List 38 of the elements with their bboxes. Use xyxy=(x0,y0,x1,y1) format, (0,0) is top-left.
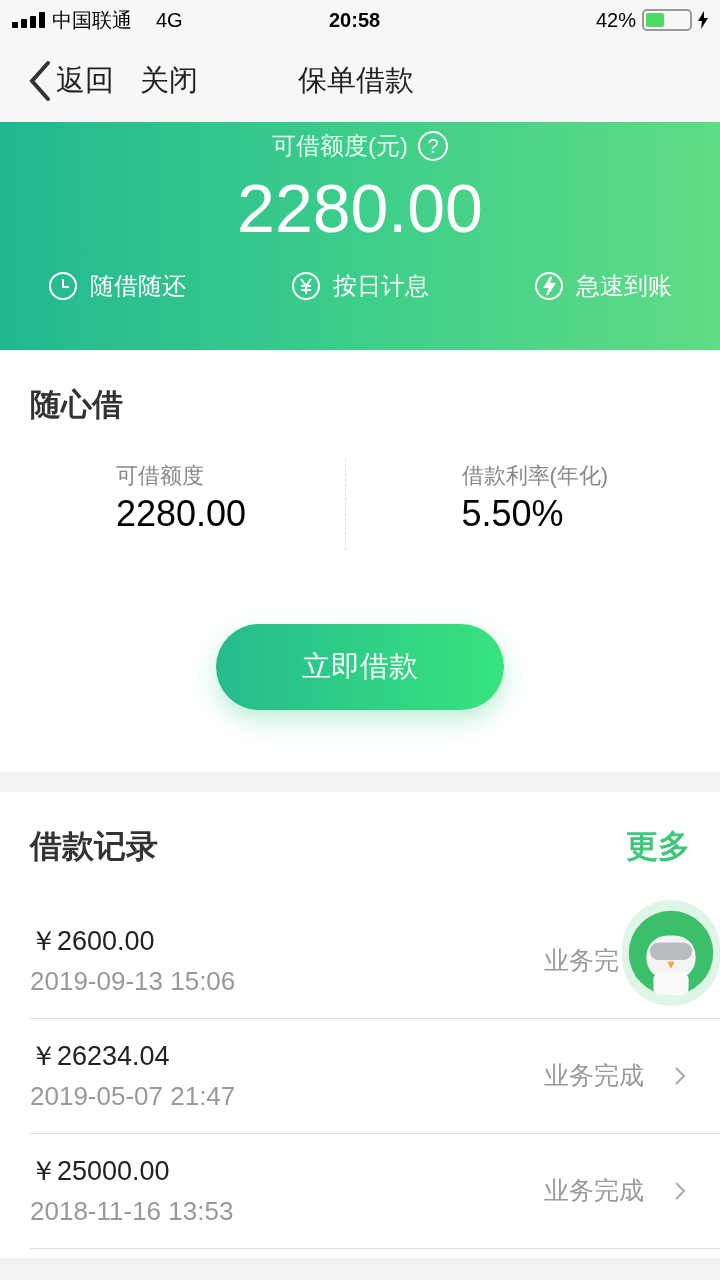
battery-percent: 42% xyxy=(595,8,636,33)
record-status: 业务完成 xyxy=(544,1175,645,1207)
product-title: 随心借 xyxy=(30,386,124,424)
feature-label: 按日计息 xyxy=(333,271,429,301)
stat-value: 5.50% xyxy=(461,491,565,536)
network-type: 4G xyxy=(156,8,183,33)
record-date: 2018-11-16 13:53 xyxy=(30,1194,234,1228)
record-amount: ￥2600.00 xyxy=(30,925,156,959)
charging-icon xyxy=(698,11,708,29)
close-button[interactable]: 关闭 xyxy=(140,59,198,103)
clock-icon xyxy=(48,271,78,301)
record-amount: ￥25000.00 xyxy=(30,1155,171,1189)
more-link[interactable]: 更多 xyxy=(626,822,690,870)
stat-value: 2280.00 xyxy=(116,491,248,536)
records-title: 借款记录 xyxy=(30,827,158,866)
battery-icon xyxy=(642,9,692,31)
record-date: 2019-05-07 21:47 xyxy=(30,1079,236,1113)
record-status: 业务完成 xyxy=(544,1060,645,1092)
back-button[interactable]: 返回 xyxy=(28,59,114,103)
signal-icon xyxy=(12,12,46,28)
feature-label: 随借随还 xyxy=(90,271,186,301)
yen-icon xyxy=(291,271,321,301)
record-status: 业务完 xyxy=(544,945,620,977)
robot-icon xyxy=(627,909,715,997)
stat-label: 借款利率(年化) xyxy=(461,461,610,490)
record-amount: ￥26234.04 xyxy=(30,1040,171,1074)
carrier-name: 中国联通 xyxy=(52,8,132,33)
clock-time: 20:58 xyxy=(329,8,381,33)
stat-label: 可借额度 xyxy=(116,461,205,490)
help-button[interactable]: ? xyxy=(418,131,448,161)
feature-label: 急速到账 xyxy=(576,271,672,301)
borrow-button[interactable]: 立即借款 xyxy=(216,623,504,710)
credit-label: 可借额度(元) xyxy=(272,131,408,161)
lightning-icon xyxy=(534,271,564,301)
page-title: 保单借款 xyxy=(298,63,414,99)
credit-amount: 2280.00 xyxy=(237,169,483,248)
record-date: 2019-09-13 15:06 xyxy=(30,964,236,998)
chevron-left-icon xyxy=(28,60,52,102)
